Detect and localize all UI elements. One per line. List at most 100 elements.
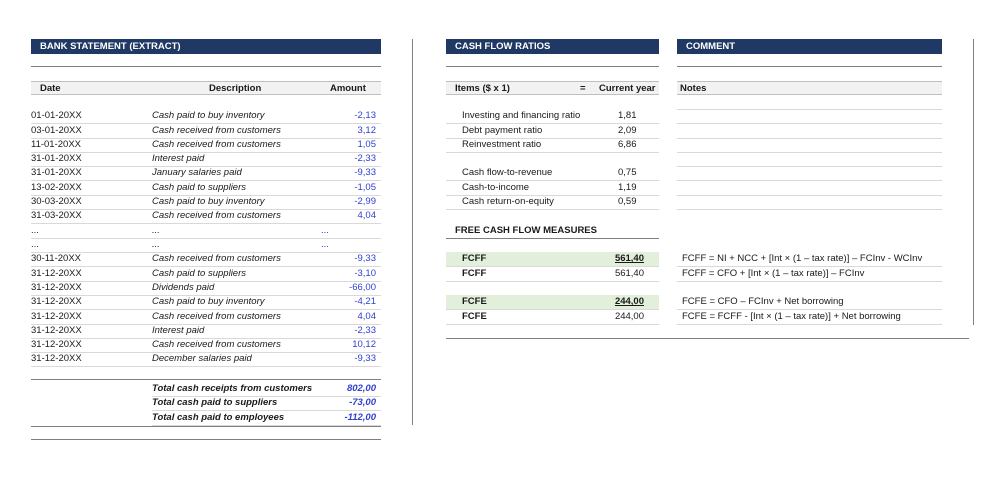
row-description: Cash received from customers (152, 311, 281, 322)
column-separator (412, 39, 413, 425)
note-divider (677, 123, 942, 124)
col-items: Items ($ x 1) (455, 83, 510, 94)
divider (446, 338, 969, 339)
bank-statement-title: BANK STATEMENT (EXTRACT) (40, 41, 181, 52)
ratio-label: Cash flow-to-revenue (462, 167, 553, 178)
fcf-label: FCFE (462, 311, 487, 322)
divider (677, 66, 942, 67)
col-equals: = (580, 83, 586, 94)
row-date: 03-01-20XX (31, 125, 82, 136)
note-divider (677, 281, 942, 282)
row-date: 31-12-20XX (31, 353, 82, 364)
bank-column-header: Date Description Amount (31, 81, 381, 95)
row-description: Cash received from customers (152, 339, 281, 350)
note-divider (677, 180, 942, 181)
note-divider (677, 324, 942, 325)
note-divider (677, 195, 942, 196)
fcf-value: 244,00 (614, 296, 644, 307)
row-amount: -2,33 (354, 325, 376, 336)
note-divider (677, 138, 942, 139)
row-amount: -2,13 (354, 110, 376, 121)
row-date: 01-01-20XX (31, 110, 82, 121)
row-amount: -4,21 (354, 296, 376, 307)
row-date: 31-03-20XX (31, 210, 82, 221)
ratio-value: 2,09 (618, 125, 637, 136)
fcf-label: FCFF (462, 253, 487, 264)
ratio-value: 0,75 (618, 167, 637, 178)
fcf-label: FCFF (462, 268, 487, 279)
row-amount: 10,12 (352, 339, 376, 350)
row-date: 31-12-20XX (31, 311, 82, 322)
row-description: Interest paid (152, 325, 205, 336)
col-notes: Notes (680, 83, 707, 94)
row-amount: 4,04 (357, 210, 377, 221)
total-amount: -73,00 (349, 397, 376, 408)
row-date: 30-03-20XX (31, 196, 82, 207)
row-date: 11-01-20XX (31, 139, 81, 150)
total-amount: 802,00 (346, 383, 376, 394)
row-date: 31-12-20XX (31, 296, 82, 307)
bank-statement-header: BANK STATEMENT (EXTRACT) (31, 39, 381, 54)
divider (31, 439, 381, 440)
row-amount: 1,05 (357, 139, 377, 150)
row-divider (446, 281, 659, 282)
cash-flow-ratios-header: CASH FLOW RATIOS (446, 39, 659, 54)
row-date: 31-01-20XX (31, 153, 82, 164)
row-divider (446, 324, 659, 325)
ratio-value: 1,19 (618, 182, 637, 193)
fcf-formula: FCFE = CFO – FCInv + Net borrowing (682, 296, 844, 307)
note-divider (677, 109, 942, 110)
col-amount: Amount (330, 83, 366, 94)
fcf-formula: FCFE = FCFF - [Int × (1 – tax rate)] + N… (682, 311, 901, 322)
row-description: Cash received from customers (152, 125, 281, 136)
divider (446, 238, 659, 239)
row-divider (31, 366, 381, 367)
fcf-formula: FCFF = NI + NCC + [Int × (1 – tax rate)]… (682, 253, 923, 264)
ratio-value: 0,59 (618, 196, 637, 207)
row-amount: ... (321, 225, 329, 236)
col-date: Date (40, 83, 61, 94)
row-description: Cash received from customers (152, 210, 281, 221)
row-description: Cash paid to suppliers (152, 268, 246, 279)
ratio-label: Reinvestment ratio (462, 139, 542, 150)
row-date: 31-12-20XX (31, 325, 82, 336)
ratio-value: 6,86 (618, 139, 637, 150)
divider (31, 66, 381, 67)
row-date: 30-11-20XX (31, 253, 81, 264)
cash-flow-ratios-title: CASH FLOW RATIOS (455, 41, 551, 52)
row-divider (446, 152, 659, 153)
row-description: Interest paid (152, 153, 205, 164)
row-amount: -9,33 (354, 253, 376, 264)
comment-title: COMMENT (686, 41, 736, 52)
row-date: 31-12-20XX (31, 268, 82, 279)
fcf-value: 561,40 (614, 268, 644, 279)
row-divider (446, 209, 659, 210)
col-description: Description (209, 83, 262, 94)
row-amount: ... (321, 239, 329, 250)
row-description: Cash received from customers (152, 253, 281, 264)
row-amount: -9,33 (354, 167, 376, 178)
note-divider (677, 166, 942, 167)
ratio-label: Cash-to-income (462, 182, 530, 193)
notes-column-header: Notes (677, 81, 942, 95)
note-divider (677, 152, 942, 153)
row-date: ... (31, 239, 39, 250)
total-label: Total cash receipts from customers (152, 383, 313, 394)
row-date: 13-02-20XX (31, 182, 82, 193)
row-amount: 3,12 (357, 125, 377, 136)
total-label: Total cash paid to suppliers (152, 397, 278, 408)
total-amount: -112,00 (344, 412, 376, 423)
row-description: December salaries paid (152, 353, 252, 364)
ratio-label: Cash return-on-equity (462, 196, 554, 207)
col-current-year: Current year (599, 83, 656, 94)
ratio-label: Investing and financing ratio (462, 110, 581, 121)
row-description: Dividends paid (152, 282, 215, 293)
column-separator (973, 39, 974, 325)
fcf-value: 244,00 (614, 311, 644, 322)
fcf-measures-title: FREE CASH FLOW MEASURES (455, 225, 597, 236)
fcf-value: 561,40 (614, 253, 644, 264)
divider (31, 379, 381, 380)
note-divider (677, 209, 942, 210)
row-description: Cash received from customers (152, 139, 281, 150)
fcf-formula: FCFF = CFO + [Int × (1 – tax rate)] – FC… (682, 268, 865, 279)
